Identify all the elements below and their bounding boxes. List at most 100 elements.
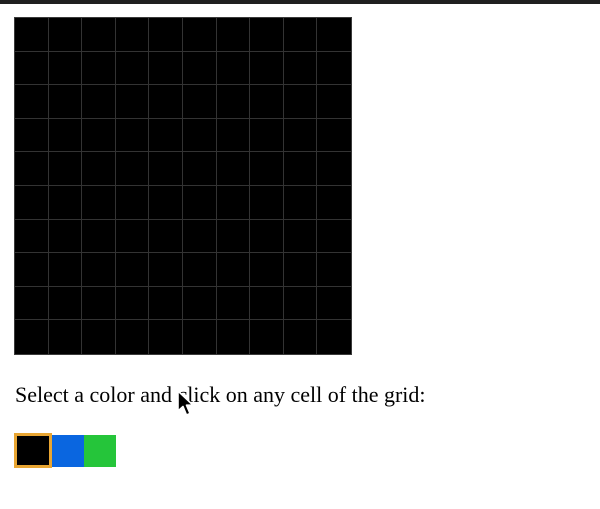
- color-swatch-green[interactable]: [84, 435, 116, 467]
- grid-cell[interactable]: [182, 118, 217, 153]
- grid-cell[interactable]: [317, 286, 351, 321]
- grid-cell[interactable]: [82, 286, 116, 321]
- grid-cell[interactable]: [182, 253, 217, 287]
- grid-cell[interactable]: [15, 253, 49, 287]
- grid-cell[interactable]: [82, 219, 116, 254]
- grid-cell[interactable]: [250, 51, 284, 86]
- grid-cell[interactable]: [149, 185, 183, 220]
- grid-cell[interactable]: [15, 320, 49, 354]
- grid-cell[interactable]: [250, 152, 284, 186]
- grid-cell[interactable]: [82, 185, 116, 220]
- grid-cell[interactable]: [250, 185, 284, 220]
- grid-cell[interactable]: [317, 185, 351, 220]
- grid-cell[interactable]: [216, 286, 251, 321]
- grid-cell[interactable]: [115, 253, 150, 287]
- grid-cell[interactable]: [216, 320, 251, 354]
- grid-cell[interactable]: [48, 118, 83, 153]
- grid-cell[interactable]: [250, 320, 284, 354]
- grid-cell[interactable]: [250, 18, 284, 52]
- grid-cell[interactable]: [48, 253, 83, 287]
- grid-cell[interactable]: [149, 152, 183, 186]
- grid-cell[interactable]: [15, 85, 49, 119]
- grid-cell[interactable]: [82, 85, 116, 119]
- grid-cell[interactable]: [216, 152, 251, 186]
- grid-cell[interactable]: [283, 185, 318, 220]
- color-swatch-blue[interactable]: [52, 435, 84, 467]
- grid-cell[interactable]: [82, 152, 116, 186]
- grid-cell[interactable]: [149, 118, 183, 153]
- grid-cell[interactable]: [115, 118, 150, 153]
- grid-cell[interactable]: [182, 85, 217, 119]
- grid-cell[interactable]: [317, 253, 351, 287]
- grid-cell[interactable]: [317, 152, 351, 186]
- grid-cell[interactable]: [182, 18, 217, 52]
- grid-cell[interactable]: [15, 152, 49, 186]
- grid-cell[interactable]: [250, 85, 284, 119]
- grid-cell[interactable]: [115, 320, 150, 354]
- grid-cell[interactable]: [283, 18, 318, 52]
- grid-cell[interactable]: [182, 152, 217, 186]
- grid-cell[interactable]: [283, 219, 318, 254]
- grid-cell[interactable]: [317, 51, 351, 86]
- grid-cell[interactable]: [283, 253, 318, 287]
- grid-cell[interactable]: [82, 18, 116, 52]
- grid-cell[interactable]: [48, 51, 83, 86]
- grid-cell[interactable]: [15, 51, 49, 86]
- grid-cell[interactable]: [48, 85, 83, 119]
- grid-cell[interactable]: [149, 320, 183, 354]
- grid-cell[interactable]: [149, 51, 183, 86]
- color-swatch-black[interactable]: [14, 433, 52, 468]
- grid-cell[interactable]: [82, 51, 116, 86]
- grid-cell[interactable]: [82, 320, 116, 354]
- grid-cell[interactable]: [283, 118, 318, 153]
- grid-cell[interactable]: [283, 286, 318, 321]
- grid-cell[interactable]: [15, 118, 49, 153]
- grid-cell[interactable]: [115, 185, 150, 220]
- grid-cell[interactable]: [216, 18, 251, 52]
- grid-cell[interactable]: [182, 219, 217, 254]
- grid-cell[interactable]: [15, 185, 49, 220]
- grid-cell[interactable]: [149, 18, 183, 52]
- grid-cell[interactable]: [182, 185, 217, 220]
- grid-cell[interactable]: [216, 85, 251, 119]
- grid-cell[interactable]: [216, 253, 251, 287]
- grid-cell[interactable]: [182, 320, 217, 354]
- grid-cell[interactable]: [250, 253, 284, 287]
- grid-cell[interactable]: [15, 219, 49, 254]
- grid-cell[interactable]: [317, 18, 351, 52]
- grid-cell[interactable]: [82, 118, 116, 153]
- grid-cell[interactable]: [216, 185, 251, 220]
- grid-cell[interactable]: [115, 152, 150, 186]
- grid-cell[interactable]: [115, 85, 150, 119]
- grid-cell[interactable]: [115, 219, 150, 254]
- grid-cell[interactable]: [216, 118, 251, 153]
- grid-cell[interactable]: [149, 286, 183, 321]
- grid-cell[interactable]: [250, 118, 284, 153]
- grid-cell[interactable]: [182, 286, 217, 321]
- grid-cell[interactable]: [182, 51, 217, 86]
- grid-cell[interactable]: [115, 286, 150, 321]
- grid-cell[interactable]: [216, 219, 251, 254]
- grid-cell[interactable]: [216, 51, 251, 86]
- grid-cell[interactable]: [149, 253, 183, 287]
- grid-cell[interactable]: [317, 118, 351, 153]
- grid-cell[interactable]: [15, 18, 49, 52]
- grid-cell[interactable]: [149, 219, 183, 254]
- grid-cell[interactable]: [115, 18, 150, 52]
- grid-cell[interactable]: [48, 286, 83, 321]
- grid-cell[interactable]: [48, 185, 83, 220]
- grid-cell[interactable]: [149, 85, 183, 119]
- grid-cell[interactable]: [15, 286, 49, 321]
- grid-cell[interactable]: [283, 320, 318, 354]
- grid-cell[interactable]: [250, 286, 284, 321]
- grid-cell[interactable]: [317, 85, 351, 119]
- grid-cell[interactable]: [82, 253, 116, 287]
- grid-cell[interactable]: [250, 219, 284, 254]
- grid-cell[interactable]: [48, 219, 83, 254]
- grid-cell[interactable]: [283, 152, 318, 186]
- grid-cell[interactable]: [317, 219, 351, 254]
- grid-cell[interactable]: [48, 320, 83, 354]
- grid-cell[interactable]: [48, 18, 83, 52]
- grid-cell[interactable]: [48, 152, 83, 186]
- grid-cell[interactable]: [317, 320, 351, 354]
